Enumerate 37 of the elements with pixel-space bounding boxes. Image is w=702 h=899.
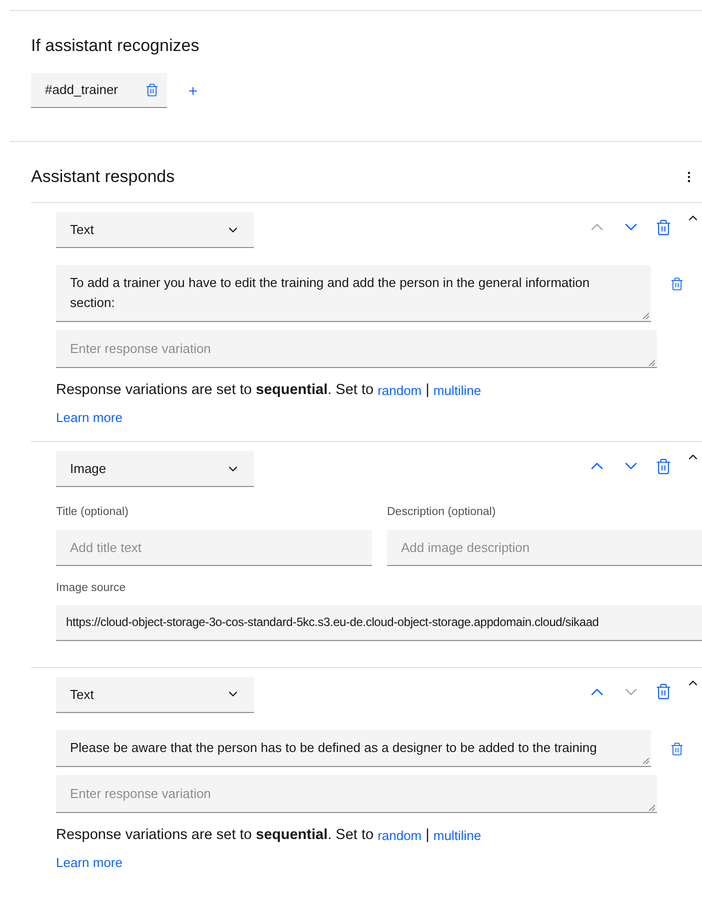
variation-mode-note: Response variations are set to sequential. Set to <box>56 826 374 845</box>
learn-more-link[interactable]: Learn more <box>56 852 702 872</box>
resize-handle-icon[interactable] <box>648 359 655 366</box>
response-type-dropdown[interactable]: Text <box>56 212 254 248</box>
delete-button[interactable] <box>655 458 672 475</box>
text-input[interactable]: Add title text <box>56 530 372 566</box>
add-intent-button[interactable] <box>187 84 199 96</box>
resize-handle-icon[interactable] <box>648 804 655 811</box>
field-label: Image source <box>56 580 127 596</box>
response-type-dropdown[interactable]: Text <box>56 676 254 713</box>
response-variation-input[interactable]: Enter response variation <box>56 774 657 813</box>
field-label: Title (optional) <box>56 505 130 520</box>
delete-button[interactable] <box>655 218 672 236</box>
section-heading: If assistant recognizes <box>31 35 200 57</box>
resize-handle-icon[interactable] <box>642 756 649 764</box>
link-separator: | <box>426 826 430 845</box>
delete-variation-button[interactable] <box>670 277 684 291</box>
multiline-link[interactable]: multiline <box>433 381 482 401</box>
random-link[interactable]: random <box>378 826 422 846</box>
random-link[interactable]: random <box>378 381 422 401</box>
field-label: Description (optional) <box>387 505 497 520</box>
variation-mode-note: Response variations are set to sequential. Set to <box>56 381 374 400</box>
image-source-field[interactable]: https://cloud-object-storage-3o-cos-standard-5kc.s3.eu-de.cloud-object-storage.appdomain.cloud/sikaad <box>56 604 702 641</box>
resize-handle-icon[interactable] <box>642 312 649 319</box>
multiline-link[interactable]: multiline <box>433 826 482 846</box>
delete-button[interactable] <box>655 683 672 700</box>
link-separator: | <box>426 381 430 400</box>
response-type-dropdown[interactable]: Image <box>56 451 254 488</box>
response-variation-field[interactable]: Please be aware that the person has to be defined as a designer to be added to the training <box>56 730 651 767</box>
delete-variation-button[interactable] <box>670 742 684 756</box>
learn-more-link[interactable]: Learn more <box>56 408 702 428</box>
response-variation-field[interactable]: To add a trainer you have to edit the training and add the person in the general information section: <box>56 265 651 322</box>
section-heading: Assistant responds <box>31 166 175 188</box>
response-variation-input[interactable]: Enter response variation <box>56 330 657 368</box>
intent-label: #add_trainer <box>45 81 118 100</box>
text-input[interactable]: Add image description <box>387 530 702 566</box>
delete-intent-button[interactable] <box>145 83 159 97</box>
